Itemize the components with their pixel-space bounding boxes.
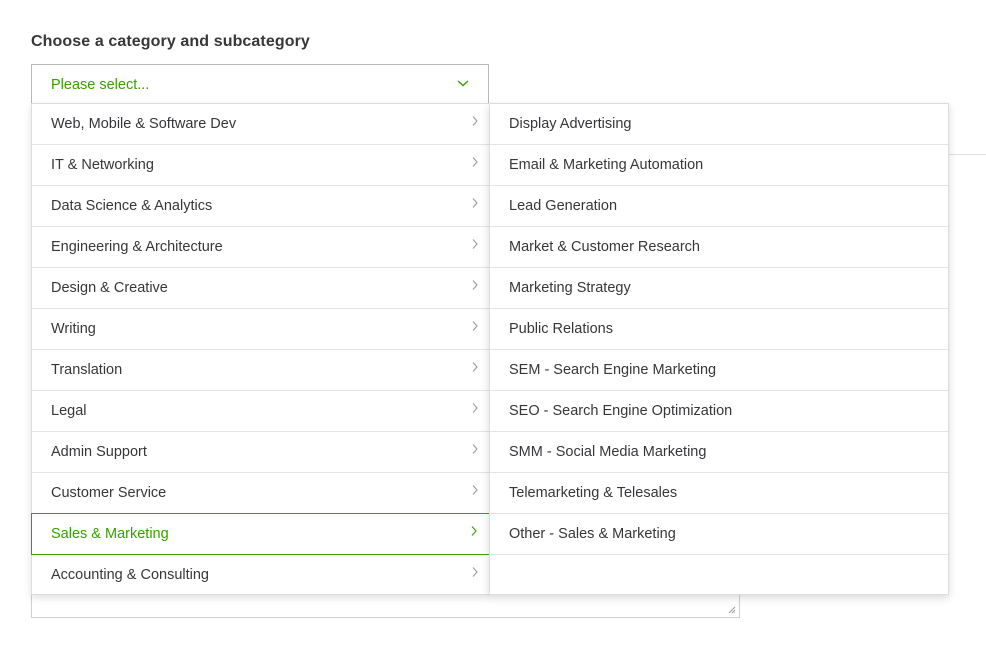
chevron-right-icon	[471, 526, 477, 536]
chevron-right-icon	[472, 321, 478, 331]
category-item[interactable]: Design & Creative	[32, 268, 489, 309]
category-select[interactable]: Please select...	[31, 64, 489, 104]
chevron-right-icon	[472, 567, 478, 577]
category-item[interactable]: Engineering & Architecture	[32, 227, 489, 268]
category-item-label: Web, Mobile & Software Dev	[51, 116, 237, 132]
subcategory-item[interactable]: Marketing Strategy	[490, 268, 948, 309]
subcategory-item-label: Lead Generation	[509, 198, 618, 214]
category-item-label: Customer Service	[51, 485, 167, 501]
subcategory-item-label: Marketing Strategy	[509, 280, 631, 296]
category-item[interactable]: Customer Service	[32, 473, 489, 514]
subcategory-item-label: Telemarketing & Telesales	[509, 485, 678, 501]
category-item[interactable]: Admin Support	[32, 432, 489, 473]
subcategory-item-label: Display Advertising	[509, 116, 632, 132]
subcategory-item-label: SEO - Search Engine Optimization	[509, 403, 733, 419]
category-item-label: IT & Networking	[51, 157, 154, 173]
category-item[interactable]: Legal	[32, 391, 489, 432]
category-item-label: Design & Creative	[51, 280, 168, 296]
category-item[interactable]: Web, Mobile & Software Dev	[32, 104, 489, 145]
subcategory-item-label: SEM - Search Engine Marketing	[509, 362, 717, 378]
subcategory-item-label: SMM - Social Media Marketing	[509, 444, 707, 460]
subcategory-item[interactable]: Email & Marketing Automation	[490, 145, 948, 186]
category-item[interactable]: Translation	[32, 350, 489, 391]
category-item[interactable]: Sales & Marketing	[31, 513, 490, 555]
chevron-right-icon	[472, 362, 478, 372]
subcategory-item[interactable]: Display Advertising	[490, 104, 948, 145]
page: Choose a category and subcategory Please…	[0, 0, 986, 668]
subcategory-item[interactable]: Lead Generation	[490, 186, 948, 227]
category-item-label: Writing	[51, 321, 96, 337]
subcategory-item-label: Market & Customer Research	[509, 239, 700, 255]
category-item-label: Legal	[51, 403, 87, 419]
category-field-label: Choose a category and subcategory	[31, 33, 310, 50]
category-item-label: Data Science & Analytics	[51, 198, 213, 214]
subcategory-item-label: Public Relations	[509, 321, 613, 337]
chevron-right-icon	[472, 444, 478, 454]
chevron-right-icon	[472, 239, 478, 249]
category-item[interactable]: IT & Networking	[32, 145, 489, 186]
category-item-label: Admin Support	[51, 444, 147, 460]
subcategory-list: Display Advertising Email & Marketing Aut…	[489, 103, 949, 595]
chevron-right-icon	[472, 157, 478, 167]
subcategory-item[interactable]: Other - Sales & Marketing	[490, 514, 948, 555]
resize-grip-icon[interactable]	[728, 606, 736, 614]
subcategory-item[interactable]: SEO - Search Engine Optimization	[490, 391, 948, 432]
chevron-right-icon	[472, 116, 478, 126]
chevron-right-icon	[472, 403, 478, 413]
chevron-right-icon	[472, 280, 478, 290]
category-item-label: Accounting & Consulting	[51, 567, 209, 583]
subcategory-item[interactable]: SEM - Search Engine Marketing	[490, 350, 948, 391]
chevron-right-icon	[472, 198, 478, 208]
subcategory-item-label: Other - Sales & Marketing	[509, 526, 676, 542]
subcategory-item-label: Email & Marketing Automation	[509, 157, 704, 173]
category-item[interactable]: Writing	[32, 309, 489, 350]
category-item[interactable]: Data Science & Analytics	[32, 186, 489, 227]
chevron-right-icon	[472, 485, 478, 495]
category-item-label: Translation	[51, 362, 123, 378]
category-item-label: Engineering & Architecture	[51, 239, 223, 255]
subcategory-item[interactable]: Market & Customer Research	[490, 227, 948, 268]
select-placeholder: Please select...	[51, 77, 150, 93]
chevron-down-icon	[457, 80, 469, 87]
subcategory-item[interactable]: Public Relations	[490, 309, 948, 350]
subcategory-item[interactable]: Telemarketing & Telesales	[490, 473, 948, 514]
category-item-label: Sales & Marketing	[51, 526, 169, 542]
category-item[interactable]: Accounting & Consulting	[32, 555, 489, 596]
subcategory-item[interactable]: SMM - Social Media Marketing	[490, 432, 948, 473]
category-list: Web, Mobile & Software Dev IT & Networkin…	[31, 103, 490, 595]
